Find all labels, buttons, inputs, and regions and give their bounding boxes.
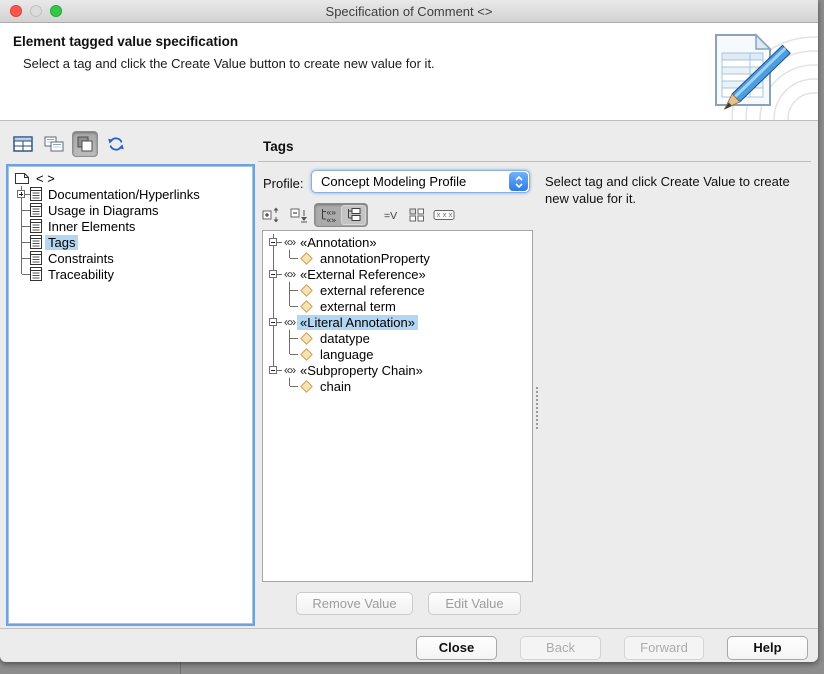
profile-label: Profile: xyxy=(263,176,304,191)
sidebar-item-documentation-hyperlinks[interactable]: Documentation/Hyperlinks xyxy=(14,186,252,202)
document-icon xyxy=(30,267,42,281)
specification-dialog: Specification of Comment <> Element tagg… xyxy=(0,0,818,662)
stereotype-icon: «» xyxy=(283,267,296,281)
tag-group-literal-annotation[interactable]: «» «Literal Annotation» xyxy=(266,314,532,330)
collapse-node-icon[interactable] xyxy=(290,206,310,224)
tag-diamond-icon xyxy=(300,299,313,313)
tag-item-language[interactable]: language xyxy=(266,346,532,362)
refresh-icon[interactable] xyxy=(103,131,129,157)
expander-minus-icon[interactable] xyxy=(266,362,282,378)
document-icon xyxy=(30,203,42,217)
edit-value-button[interactable]: Edit Value xyxy=(428,592,521,615)
tree-stereotypes-toggle[interactable]: «» «» xyxy=(316,205,341,225)
expander-minus-icon[interactable] xyxy=(266,266,282,282)
background-divider xyxy=(180,662,181,674)
tag-diamond-icon xyxy=(300,347,313,361)
stereotype-icon: «» xyxy=(283,315,296,329)
help-button[interactable]: Help xyxy=(727,636,808,660)
specification-nav-tree[interactable]: < > Documentation/Hyperlinks Usage in Diag… xyxy=(8,166,253,624)
tag-item-datatype[interactable]: datatype xyxy=(266,330,532,346)
close-button[interactable]: Close xyxy=(416,636,497,660)
tree-mode-toggle-group: «» «» xyxy=(314,203,368,227)
grid-view-icon[interactable] xyxy=(409,208,425,222)
tag-item-annotationproperty[interactable]: annotationProperty xyxy=(266,250,532,266)
expander-minus-icon[interactable] xyxy=(266,234,282,250)
stereotype-icon: «» xyxy=(283,363,296,377)
window-title: Specification of Comment <> xyxy=(325,3,493,19)
svg-text:=V: =V xyxy=(384,210,397,222)
sidebar-item-usage-in-diagrams[interactable]: Usage in Diagrams xyxy=(14,202,252,218)
profile-dropdown[interactable]: Concept Modeling Profile xyxy=(311,170,530,193)
document-icon xyxy=(30,187,42,201)
tag-tree-toolbar: «» «» =V xyxy=(262,203,455,227)
structure-view-icon[interactable] xyxy=(41,131,67,157)
tag-diamond-icon xyxy=(300,251,313,265)
tag-diamond-icon xyxy=(300,283,313,297)
title-bar[interactable]: Specification of Comment <> xyxy=(0,0,818,23)
document-icon xyxy=(30,219,42,233)
slot-view-icon[interactable] xyxy=(433,209,455,221)
tag-group-subproperty-chain[interactable]: «» «Subproperty Chain» xyxy=(266,362,532,378)
windows-view-icon[interactable] xyxy=(72,131,98,157)
dialog-header: Element tagged value specification Selec… xyxy=(0,23,818,121)
nav-tree-root[interactable]: < > xyxy=(14,170,252,186)
document-with-pencil-icon xyxy=(715,33,791,110)
left-panel-toolbar xyxy=(10,131,129,157)
tag-tree-panel[interactable]: «» «Annotation» annotationProperty «» «Exter… xyxy=(262,230,533,582)
tag-group-annotation[interactable]: «» «Annotation» xyxy=(266,234,532,250)
tag-diamond-icon xyxy=(300,331,313,345)
back-button: Back xyxy=(520,636,601,660)
header-subtitle: Select a tag and click the Create Value … xyxy=(23,56,435,71)
expander-plus-icon[interactable] xyxy=(14,186,30,202)
sidebar-item-tags[interactable]: Tags xyxy=(14,234,252,250)
document-icon xyxy=(30,235,42,249)
screen-background: Specification of Comment <> Element tagg… xyxy=(0,0,824,674)
footer-separator xyxy=(0,628,818,629)
tag-item-chain[interactable]: chain xyxy=(266,378,532,394)
tags-panel-heading: Tags xyxy=(263,139,294,154)
tag-diamond-icon xyxy=(300,379,313,393)
close-window-button[interactable] xyxy=(10,5,22,17)
profile-dropdown-value: Concept Modeling Profile xyxy=(321,174,467,189)
header-title: Element tagged value specification xyxy=(13,34,239,49)
tree-plain-toggle[interactable] xyxy=(341,205,366,225)
dropdown-stepper-icon xyxy=(509,172,528,191)
svg-text:«»: «» xyxy=(326,215,336,224)
heading-separator xyxy=(258,161,811,162)
split-pane-handle[interactable] xyxy=(536,387,538,429)
minimize-window-button xyxy=(30,5,42,17)
expand-node-icon[interactable] xyxy=(262,206,282,224)
zoom-window-button[interactable] xyxy=(50,5,62,17)
sidebar-item-inner-elements[interactable]: Inner Elements xyxy=(14,218,252,234)
document-icon xyxy=(30,251,42,265)
tag-group-external-reference[interactable]: «» «External Reference» xyxy=(266,266,532,282)
tags-helper-text: Select tag and click Create Value to cre… xyxy=(545,174,790,206)
tag-item-external-reference[interactable]: external reference xyxy=(266,282,532,298)
properties-view-icon[interactable] xyxy=(10,131,36,157)
tag-item-external-term[interactable]: external term xyxy=(266,298,532,314)
expander-minus-icon[interactable] xyxy=(266,314,282,330)
stereotype-icon: «» xyxy=(283,235,296,249)
comment-page-icon xyxy=(15,172,29,184)
show-values-icon[interactable]: =V xyxy=(384,208,401,222)
forward-button: Forward xyxy=(624,636,704,660)
sidebar-item-constraints[interactable]: Constraints xyxy=(14,250,252,266)
remove-value-button[interactable]: Remove Value xyxy=(296,592,413,615)
sidebar-item-traceability[interactable]: Traceability xyxy=(14,266,252,282)
